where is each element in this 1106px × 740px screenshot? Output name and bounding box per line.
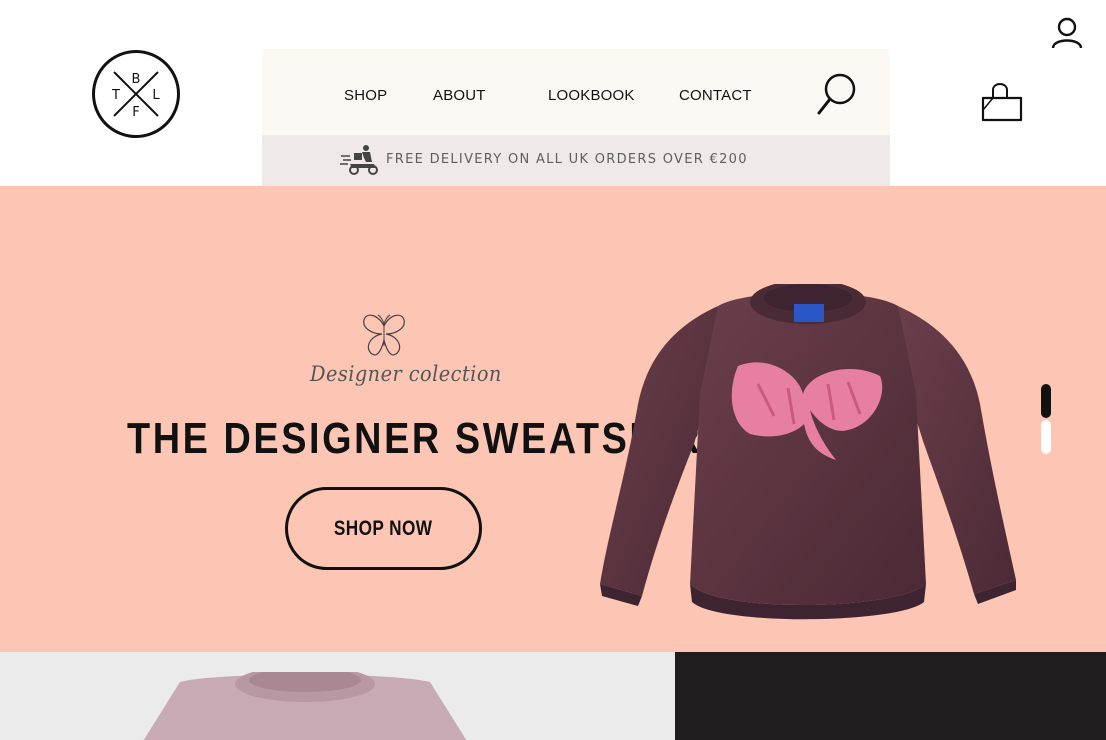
brand-logo[interactable]: B T L F bbox=[92, 50, 180, 138]
user-icon bbox=[1051, 17, 1083, 49]
delivery-text: FREE DELIVERY ON ALL UK ORDERS OVER €200 bbox=[386, 152, 748, 167]
carousel-pagination bbox=[1041, 384, 1053, 456]
carousel-dot-2[interactable] bbox=[1041, 420, 1051, 454]
nav-shop[interactable]: SHOP bbox=[344, 87, 387, 104]
account-button[interactable] bbox=[1050, 16, 1084, 50]
search-button[interactable] bbox=[814, 71, 858, 117]
cart-button[interactable] bbox=[979, 80, 1025, 124]
delivery-banner: FREE DELIVERY ON ALL UK ORDERS OVER €200 bbox=[262, 135, 890, 186]
nav-about[interactable]: ABOUT bbox=[433, 87, 486, 104]
logo-cross-icon bbox=[113, 71, 159, 117]
search-icon bbox=[817, 73, 856, 115]
logo-letter-right: L bbox=[152, 88, 160, 103]
product-panel-dark[interactable] bbox=[675, 652, 1106, 740]
shopping-bag-icon bbox=[981, 83, 1023, 122]
delivery-scooter-icon bbox=[340, 145, 378, 175]
hero-subtitle: Designer colection bbox=[310, 362, 502, 386]
logo-letter-bottom: F bbox=[132, 105, 140, 120]
hero-banner: Designer colection THE DESIGNER SWEATSHI… bbox=[0, 186, 1106, 652]
nav-lookbook[interactable]: LOOKBOOK bbox=[548, 87, 635, 104]
logo-letter-top: B bbox=[131, 72, 141, 87]
carousel-dot-1[interactable] bbox=[1041, 384, 1051, 418]
shop-now-label: SHOP NOW bbox=[334, 516, 433, 540]
logo-letter-left: T bbox=[112, 88, 120, 103]
main-nav: SHOP ABOUT LOOKBOOK CONTACT bbox=[262, 49, 890, 135]
site-header: B T L F SHOP ABOUT LOOKBOOK CONTACT FREE… bbox=[0, 0, 1106, 186]
product-panel-light[interactable] bbox=[0, 652, 675, 740]
butterfly-icon bbox=[363, 314, 405, 356]
sweatshirt-image bbox=[600, 284, 1016, 620]
shop-now-button[interactable]: SHOP NOW bbox=[285, 487, 482, 570]
nav-contact[interactable]: CONTACT bbox=[679, 87, 752, 104]
pink-sweater-image bbox=[143, 672, 467, 740]
